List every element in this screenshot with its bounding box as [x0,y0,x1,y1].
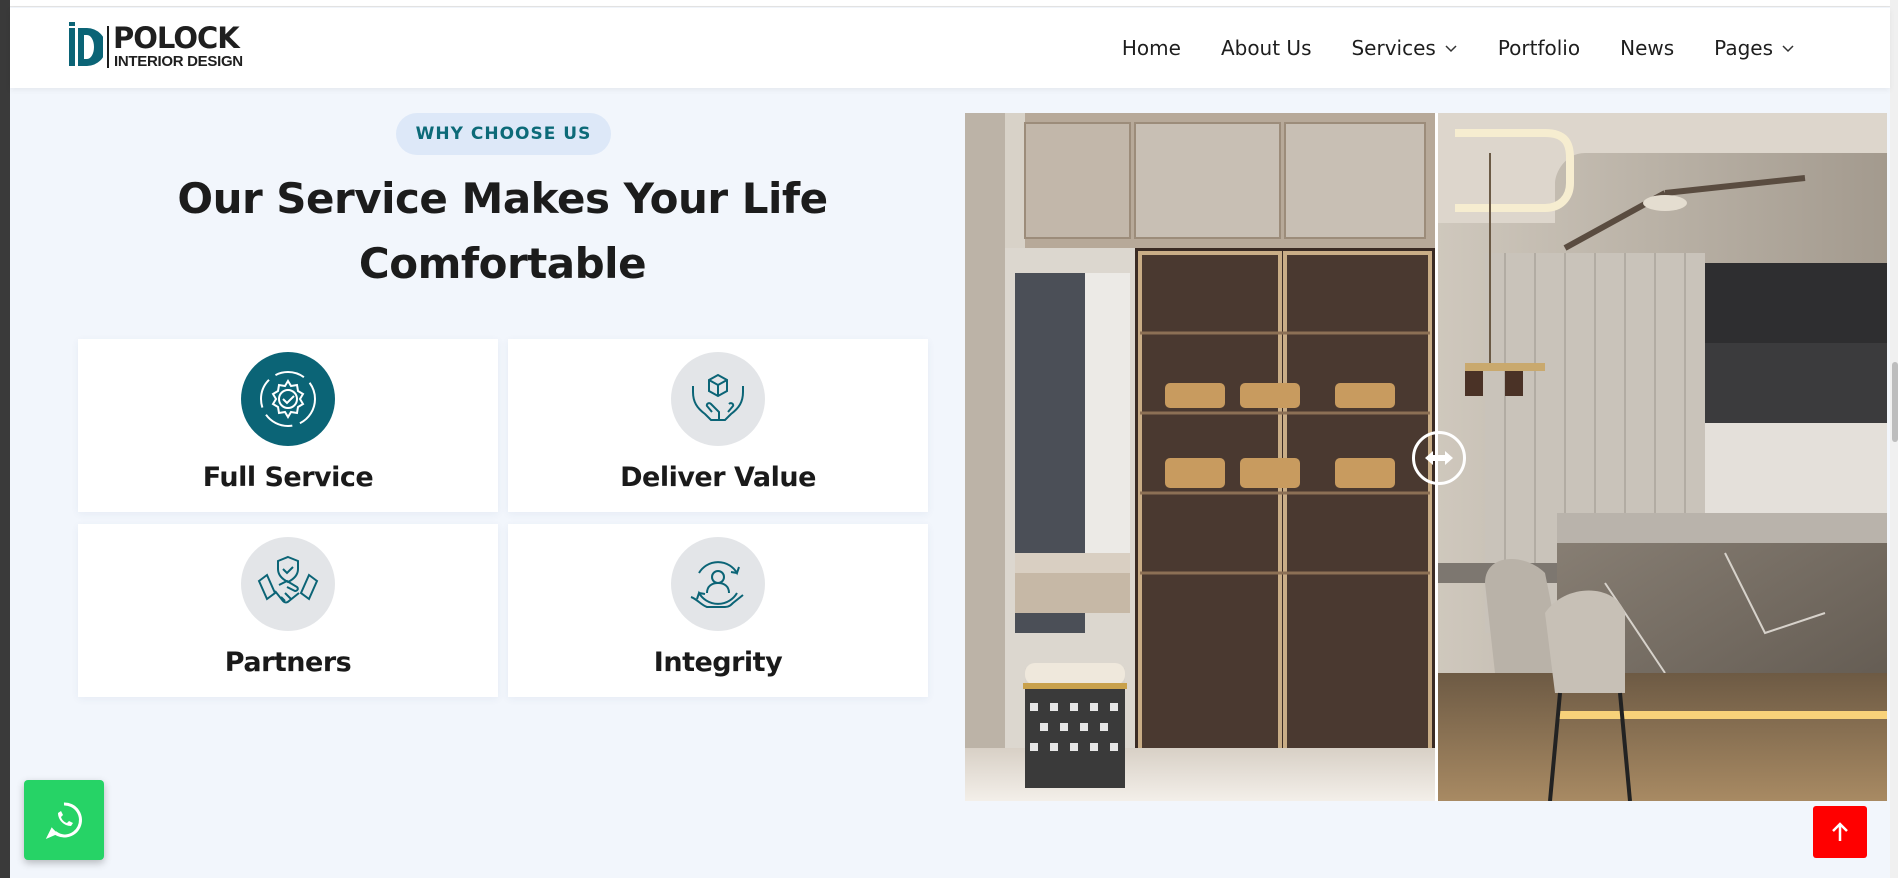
section-title-line2: Comfortable [358,239,647,288]
nav-item-news[interactable]: News [1620,36,1674,60]
logo-divider [107,26,109,68]
handshake-shield-icon [257,555,319,604]
feature-icon-wrap [241,537,335,631]
feature-card-full-service[interactable]: Full Service [78,339,498,512]
nav-item-about-us[interactable]: About Us [1221,36,1312,60]
compare-handle[interactable] [1412,431,1466,485]
image-compare-slider[interactable] [965,113,1887,801]
nav-item-pages[interactable]: Pages [1714,36,1795,60]
chevron-down-icon [1782,45,1794,53]
feature-card-partners[interactable]: Partners [78,524,498,697]
brand-logo[interactable]: POLOCK INTERIOR DESIGN [67,22,247,72]
feature-label: Integrity [653,647,783,678]
scrollbar-thumb[interactable] [1892,362,1898,442]
feature-icon-wrap [671,537,765,631]
arrow-up-icon [1832,822,1848,841]
feature-icon-wrap [671,352,765,446]
feature-card-deliver-value[interactable]: Deliver Value [508,339,928,512]
nav-label: News [1620,36,1675,60]
gear-check-icon [260,371,316,427]
brand-tagline: INTERIOR DESIGN [114,53,243,70]
feature-icon-wrap [241,352,335,446]
section-title: Our Service Makes Your Life Comfortable [75,166,930,296]
whatsapp-button[interactable] [24,780,104,860]
nav-label: Services [1351,36,1436,60]
feature-label: Deliver Value [620,462,816,493]
nav-label: About Us [1220,36,1312,60]
section-badge: WHY CHOOSE US [396,113,611,155]
top-border [10,0,1890,7]
nav-item-home[interactable]: Home [1122,36,1181,60]
window-edge [0,0,10,878]
page-scrollbar[interactable] [1890,0,1898,878]
nav-label: Portfolio [1497,36,1581,60]
whatsapp-icon [45,802,82,839]
person-cycle-icon [690,561,744,608]
feature-label: Full Service [202,462,374,493]
section-title-line1: Our Service Makes Your Life [177,174,828,223]
main-nav: Home About Us Services Portfolio News Pa… [1122,8,1795,88]
nav-label: Pages [1714,36,1773,60]
feature-card-integrity[interactable]: Integrity [508,524,928,697]
nav-label: Home [1121,36,1181,60]
logo-mark-icon [69,22,103,66]
chevron-down-icon [1445,45,1457,53]
nav-item-services[interactable]: Services [1351,36,1457,60]
hands-box-icon [692,373,744,421]
nav-item-portfolio[interactable]: Portfolio [1498,36,1580,60]
site-header: POLOCK INTERIOR DESIGN Home About Us Ser… [10,8,1890,88]
feature-label: Partners [224,647,352,678]
scroll-to-top-button[interactable] [1813,806,1867,858]
brand-name: POLOCK [113,21,240,55]
left-right-arrows-icon [1425,451,1453,465]
